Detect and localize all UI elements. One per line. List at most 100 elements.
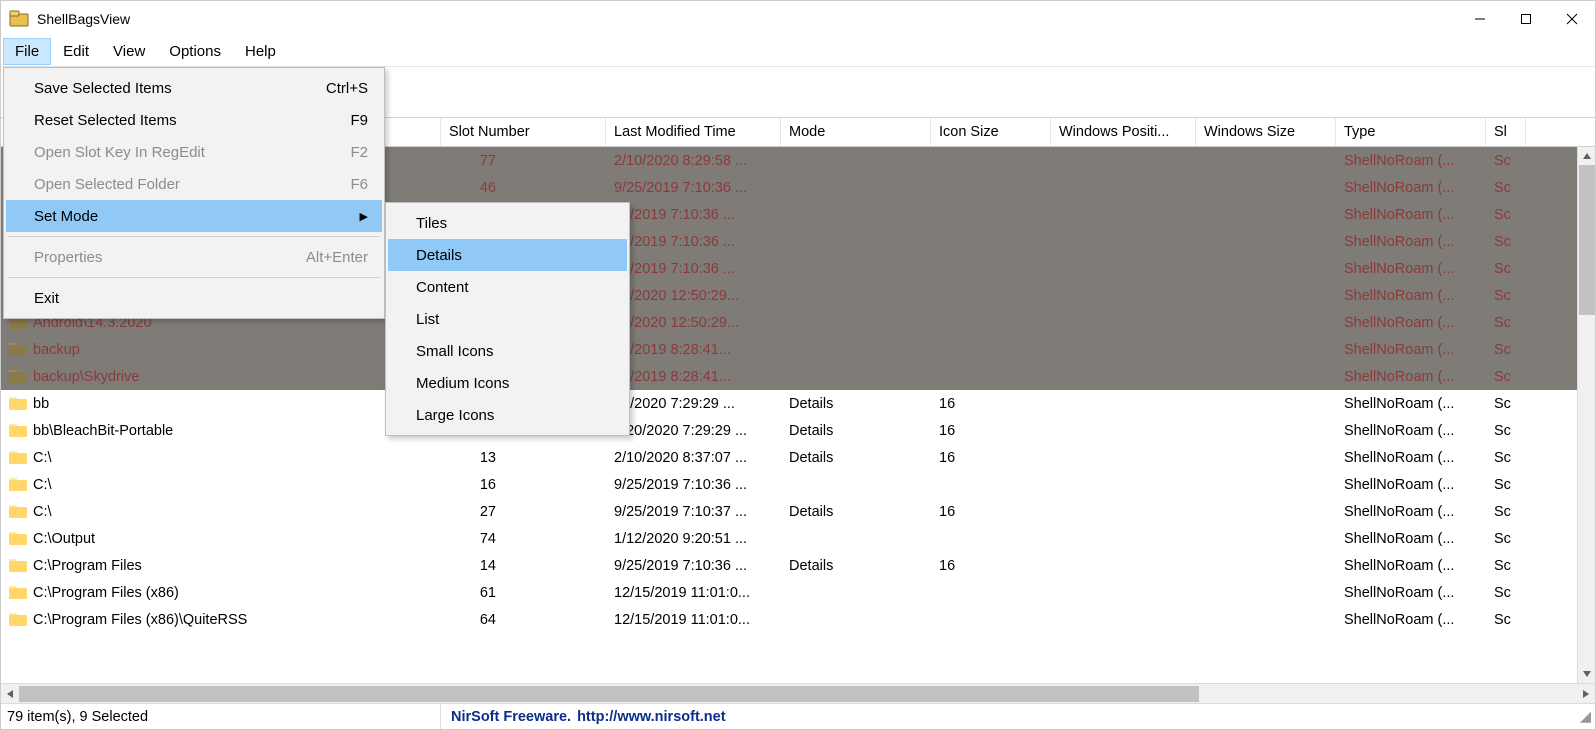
resize-grip-icon[interactable]: ◢ bbox=[1580, 709, 1591, 725]
cell-sk: Sc bbox=[1486, 174, 1526, 201]
cell-lmt: 9/25/2019 7:10:36 ... bbox=[606, 471, 781, 498]
submenu-item-large-icons[interactable]: Large Icons bbox=[388, 399, 627, 431]
horizontal-scrollbar[interactable] bbox=[1, 683, 1595, 703]
path-text: C:\ bbox=[33, 477, 52, 493]
cell-sk: Sc bbox=[1486, 228, 1526, 255]
cell-wsize bbox=[1196, 444, 1336, 471]
maximize-button[interactable] bbox=[1503, 1, 1549, 37]
table-row[interactable]: C:\Program Files (x86) 61 12/15/2019 11:… bbox=[1, 579, 1595, 606]
cell-type: ShellNoRoam (... bbox=[1336, 336, 1486, 363]
cell-wpos bbox=[1051, 579, 1196, 606]
menu-item-shortcut: Ctrl+S bbox=[326, 80, 368, 97]
scroll-up-icon[interactable] bbox=[1578, 147, 1595, 165]
menu-item-exit[interactable]: Exit bbox=[6, 282, 382, 314]
scroll-left-icon[interactable] bbox=[1, 684, 19, 703]
menu-item-label: Exit bbox=[34, 290, 368, 307]
cell-slot: 16 bbox=[441, 471, 606, 498]
cell-lmt: 17/2019 8:28:41... bbox=[606, 363, 781, 390]
menu-item-reset-selected-items[interactable]: Reset Selected ItemsF9 bbox=[6, 104, 382, 136]
scroll-right-icon[interactable] bbox=[1577, 684, 1595, 703]
scroll-down-icon[interactable] bbox=[1578, 665, 1595, 683]
col-type[interactable]: Type bbox=[1336, 118, 1486, 146]
cell-path: bb bbox=[1, 390, 441, 417]
table-row[interactable]: backup\Skydrive 17/2019 8:28:41... Shell… bbox=[1, 363, 1595, 390]
table-row[interactable]: C:\Output 74 1/12/2020 9:20:51 ... Shell… bbox=[1, 525, 1595, 552]
menu-edit[interactable]: Edit bbox=[51, 38, 101, 65]
cell-sk: Sc bbox=[1486, 471, 1526, 498]
cell-type: ShellNoRoam (... bbox=[1336, 606, 1486, 633]
cell-lmt: 17/2019 8:28:41... bbox=[606, 336, 781, 363]
col-mode[interactable]: Mode bbox=[781, 118, 931, 146]
close-button[interactable] bbox=[1549, 1, 1595, 37]
submenu-item-label: Tiles bbox=[416, 215, 613, 232]
minimize-button[interactable] bbox=[1457, 1, 1503, 37]
cell-icon bbox=[931, 363, 1051, 390]
col-windows-size[interactable]: Windows Size bbox=[1196, 118, 1336, 146]
cell-wpos bbox=[1051, 309, 1196, 336]
status-vendor: NirSoft Freeware. bbox=[451, 709, 571, 725]
path-text: C:\ bbox=[33, 450, 52, 466]
submenu-item-details[interactable]: Details bbox=[388, 239, 627, 271]
col-windows-position[interactable]: Windows Positi... bbox=[1051, 118, 1196, 146]
submenu-item-medium-icons[interactable]: Medium Icons bbox=[388, 367, 627, 399]
table-row[interactable]: C:\ 27 9/25/2019 7:10:37 ... Details 16 … bbox=[1, 498, 1595, 525]
cell-mode bbox=[781, 309, 931, 336]
submenu-item-label: Content bbox=[416, 279, 613, 296]
hscroll-thumb[interactable] bbox=[19, 686, 1199, 702]
cell-wpos bbox=[1051, 444, 1196, 471]
path-text: C:\Output bbox=[33, 531, 95, 547]
cell-wpos bbox=[1051, 525, 1196, 552]
submenu-item-small-icons[interactable]: Small Icons bbox=[388, 335, 627, 367]
menu-file[interactable]: File bbox=[3, 38, 51, 65]
path-text: C:\Program Files (x86)\QuiteRSS bbox=[33, 612, 247, 628]
menu-item-save-selected-items[interactable]: Save Selected ItemsCtrl+S bbox=[6, 72, 382, 104]
table-row[interactable]: C:\Program Files 14 9/25/2019 7:10:36 ..… bbox=[1, 552, 1595, 579]
submenu-item-tiles[interactable]: Tiles bbox=[388, 207, 627, 239]
table-row[interactable]: bb\BleachBit-Portable 99 4/20/2020 7:29:… bbox=[1, 417, 1595, 444]
status-url[interactable]: http://www.nirsoft.net bbox=[577, 709, 725, 725]
menu-view[interactable]: View bbox=[101, 38, 157, 65]
table-row[interactable]: C:\Program Files (x86)\QuiteRSS 64 12/15… bbox=[1, 606, 1595, 633]
submenu-item-content[interactable]: Content bbox=[388, 271, 627, 303]
cell-mode bbox=[781, 363, 931, 390]
app-title: ShellBagsView bbox=[37, 11, 1457, 27]
folder-icon bbox=[9, 477, 27, 492]
submenu-item-list[interactable]: List bbox=[388, 303, 627, 335]
hscroll-track[interactable] bbox=[19, 684, 1577, 703]
cell-path: C:\Program Files (x86)\QuiteRSS bbox=[1, 606, 441, 633]
cell-lmt: 25/2019 7:10:36 ... bbox=[606, 255, 781, 282]
menu-item-open-slot-key-in-regedit: Open Slot Key In RegEditF2 bbox=[6, 136, 382, 168]
folder-icon bbox=[9, 531, 27, 546]
table-row[interactable]: C:\ 13 2/10/2020 8:37:07 ... Details 16 … bbox=[1, 444, 1595, 471]
path-text: C:\Program Files bbox=[33, 558, 142, 574]
col-slot-number[interactable]: Slot Number bbox=[441, 118, 606, 146]
submenu-arrow-icon: ▶ bbox=[360, 210, 368, 223]
vertical-scrollbar[interactable] bbox=[1577, 147, 1595, 683]
scroll-thumb[interactable] bbox=[1579, 165, 1595, 315]
table-row[interactable]: bb 20/2020 7:29:29 ... Details 16 ShellN… bbox=[1, 390, 1595, 417]
col-slot-key[interactable]: Sl bbox=[1486, 118, 1526, 146]
cell-path: C:\Output bbox=[1, 525, 441, 552]
menu-item-shortcut: Alt+Enter bbox=[306, 249, 368, 266]
cell-mode bbox=[781, 147, 931, 174]
cell-wsize bbox=[1196, 390, 1336, 417]
statusbar: 79 item(s), 9 Selected NirSoft Freeware.… bbox=[1, 703, 1595, 729]
submenu-item-label: Small Icons bbox=[416, 343, 613, 360]
table-row[interactable]: C:\ 16 9/25/2019 7:10:36 ... ShellNoRoam… bbox=[1, 471, 1595, 498]
menu-options[interactable]: Options bbox=[157, 38, 233, 65]
cell-lmt: 25/2019 7:10:36 ... bbox=[606, 201, 781, 228]
cell-slot: 77 bbox=[441, 147, 606, 174]
cell-wsize bbox=[1196, 417, 1336, 444]
cell-icon bbox=[931, 174, 1051, 201]
table-row[interactable]: backup 17/2019 8:28:41... ShellNoRoam (.… bbox=[1, 336, 1595, 363]
cell-icon: 16 bbox=[931, 390, 1051, 417]
col-last-modified[interactable]: Last Modified Time bbox=[606, 118, 781, 146]
folder-icon bbox=[9, 558, 27, 573]
cell-mode bbox=[781, 606, 931, 633]
cell-type: ShellNoRoam (... bbox=[1336, 363, 1486, 390]
cell-wsize bbox=[1196, 282, 1336, 309]
col-icon-size[interactable]: Icon Size bbox=[931, 118, 1051, 146]
menu-help[interactable]: Help bbox=[233, 38, 288, 65]
menu-item-set-mode[interactable]: Set Mode▶ bbox=[6, 200, 382, 232]
cell-wpos bbox=[1051, 255, 1196, 282]
